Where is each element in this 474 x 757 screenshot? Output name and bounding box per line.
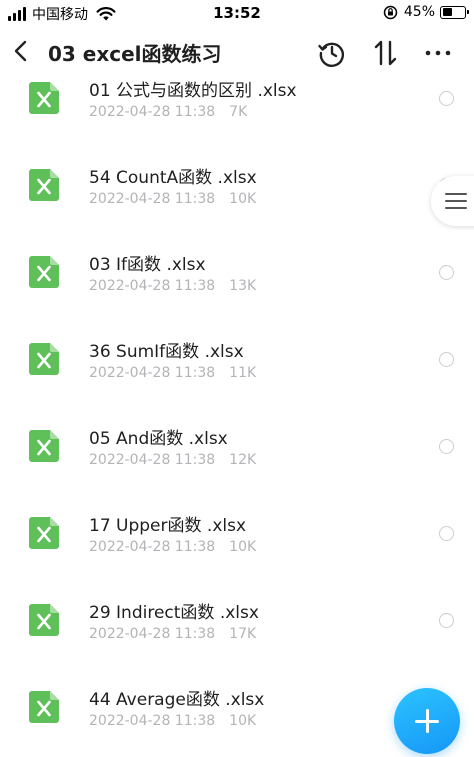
file-size: 7K (229, 104, 248, 120)
file-date: 2022-04-28 11:38 (89, 104, 216, 120)
file-row[interactable]: 17 Upper函数 .xlsx 2022-04-28 11:38 10K (0, 511, 474, 598)
battery-icon (440, 5, 469, 19)
file-size: 11K (229, 365, 257, 381)
select-radio[interactable] (439, 91, 454, 106)
excel-file-icon (29, 517, 59, 549)
status-bar: 中国移动 13:52 45% (0, 0, 474, 26)
file-name: 36 SumIf函数 .xlsx (89, 342, 244, 362)
file-date: 2022-04-28 11:38 (89, 452, 216, 468)
file-meta: 2022-04-28 11:38 13K (89, 278, 256, 294)
file-row[interactable]: 36 SumIf函数 .xlsx 2022-04-28 11:38 11K (0, 337, 474, 424)
header: 03 excel函数练习 (0, 28, 474, 74)
file-date: 2022-04-28 11:38 (89, 365, 216, 381)
sort-arrows-icon (374, 40, 397, 66)
file-name: 17 Upper函数 .xlsx (89, 516, 247, 536)
add-button[interactable] (394, 688, 460, 754)
file-size: 10K (229, 191, 257, 207)
file-name: 01 公式与函数的区别 .xlsx (89, 81, 297, 101)
file-meta: 2022-04-28 11:38 12K (89, 452, 256, 468)
battery-percent: 45% (403, 4, 435, 20)
file-meta: 2022-04-28 11:38 7K (89, 104, 247, 120)
select-radio[interactable] (439, 265, 454, 280)
file-row[interactable]: 05 And函数 .xlsx 2022-04-28 11:38 12K (0, 424, 474, 511)
file-date: 2022-04-28 11:38 (89, 626, 216, 642)
file-row[interactable]: 54 CountA函数 .xlsx 2022-04-28 11:38 10K (0, 163, 474, 250)
status-right: 45% (383, 4, 469, 20)
file-row[interactable]: 01 公式与函数的区别 .xlsx 2022-04-28 11:38 7K (0, 76, 474, 163)
history-button[interactable] (316, 37, 348, 69)
file-size: 10K (229, 539, 257, 555)
file-meta: 2022-04-28 11:38 10K (89, 539, 256, 555)
file-name: 44 Average函数 .xlsx (89, 690, 265, 710)
file-size: 12K (229, 452, 257, 468)
file-name: 05 And函数 .xlsx (89, 429, 228, 449)
excel-file-icon (29, 604, 59, 636)
file-row[interactable]: 03 If函数 .xlsx 2022-04-28 11:38 13K (0, 250, 474, 337)
select-radio[interactable] (439, 352, 454, 367)
select-radio[interactable] (439, 526, 454, 541)
select-radio[interactable] (439, 439, 454, 454)
more-dots-icon (425, 50, 451, 56)
excel-file-icon (29, 430, 59, 462)
file-date: 2022-04-28 11:38 (89, 191, 216, 207)
excel-file-icon (29, 343, 59, 375)
file-date: 2022-04-28 11:38 (89, 713, 216, 729)
chevron-left-icon (14, 40, 27, 62)
rotation-lock-icon (383, 5, 398, 19)
file-list: 01 公式与函数的区别 .xlsx 2022-04-28 11:38 7K 54 Co… (0, 76, 474, 757)
file-meta: 2022-04-28 11:38 10K (89, 713, 256, 729)
battery-level (442, 8, 452, 16)
back-button[interactable] (8, 36, 36, 66)
page-title: 03 excel函数练习 (48, 42, 222, 66)
excel-file-icon (29, 82, 59, 114)
sort-button[interactable] (370, 37, 402, 69)
menu-lines-icon (445, 193, 467, 214)
file-name: 03 If函数 .xlsx (89, 255, 206, 275)
file-meta: 2022-04-28 11:38 10K (89, 191, 256, 207)
file-date: 2022-04-28 11:38 (89, 278, 216, 294)
excel-file-icon (29, 256, 59, 288)
file-meta: 2022-04-28 11:38 17K (89, 626, 256, 642)
side-menu-handle[interactable] (431, 176, 474, 226)
history-icon (318, 42, 344, 67)
file-size: 17K (229, 626, 257, 642)
file-size: 13K (229, 278, 257, 294)
file-date: 2022-04-28 11:38 (89, 539, 216, 555)
more-button[interactable] (422, 37, 454, 69)
select-radio[interactable] (439, 613, 454, 628)
screen: 中国移动 13:52 45% 03 excel函数练习 01 公式与函数的区别 … (0, 0, 474, 757)
file-row[interactable]: 29 Indirect函数 .xlsx 2022-04-28 11:38 17K (0, 598, 474, 685)
excel-file-icon (29, 169, 59, 201)
file-name: 29 Indirect函数 .xlsx (89, 603, 259, 623)
excel-file-icon (29, 691, 59, 723)
file-size: 10K (229, 713, 257, 729)
file-meta: 2022-04-28 11:38 11K (89, 365, 256, 381)
file-name: 54 CountA函数 .xlsx (89, 168, 257, 188)
